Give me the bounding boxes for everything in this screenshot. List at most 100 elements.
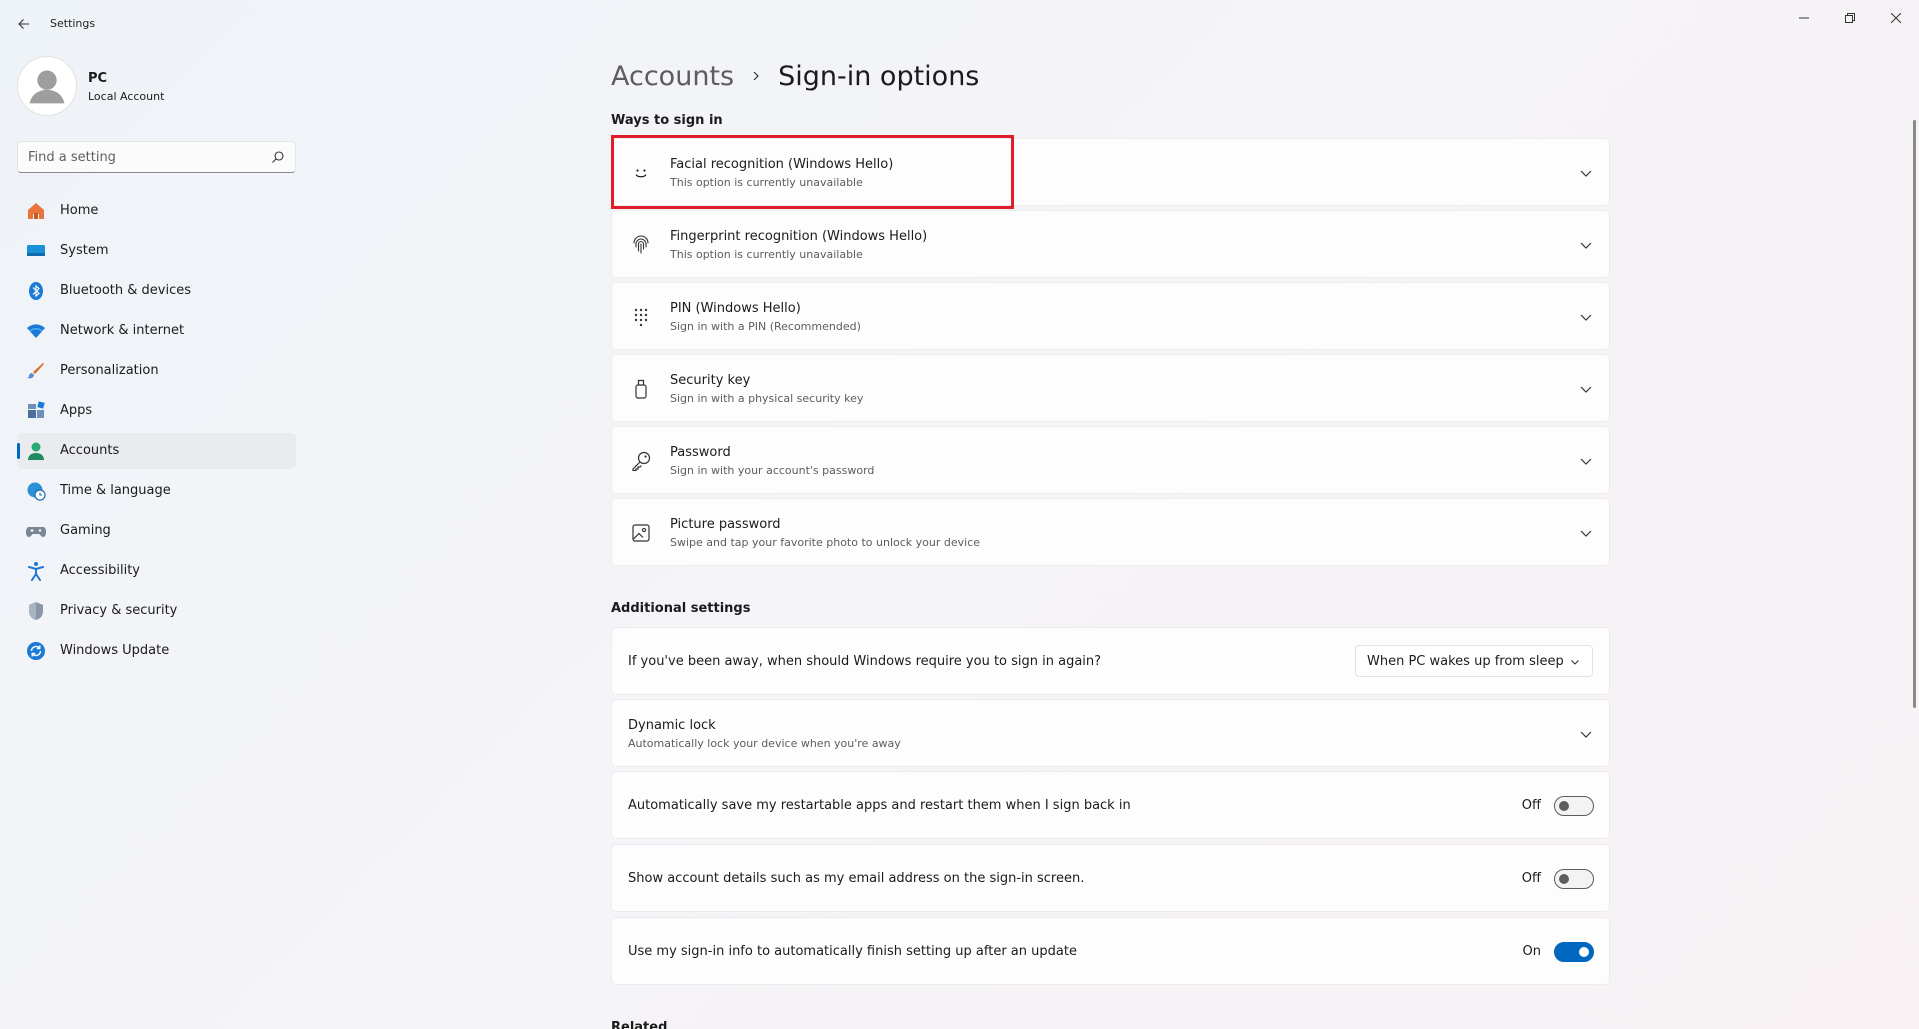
- chevron-down-icon[interactable]: [1579, 166, 1593, 180]
- restore-button[interactable]: [1830, 4, 1870, 32]
- chevron-down-icon[interactable]: [1579, 310, 1593, 324]
- breadcrumb-parent[interactable]: Accounts: [611, 61, 734, 92]
- toggle-state-label: Off: [1521, 798, 1541, 813]
- dynamic-lock-title: Dynamic lock: [628, 718, 716, 733]
- user-avatar-icon: [29, 70, 65, 104]
- profile-account-type: Local Account: [88, 90, 165, 103]
- key-icon: [630, 450, 652, 472]
- search-input[interactable]: [18, 142, 258, 172]
- chevron-right-icon: [750, 70, 762, 82]
- dropdown-value: When PC wakes up from sleep: [1367, 654, 1564, 669]
- require-sign-in-dropdown[interactable]: When PC wakes up from sleep: [1355, 645, 1593, 677]
- option-subtitle: This option is currently unavailable: [670, 176, 863, 189]
- search-icon[interactable]: [271, 150, 285, 164]
- account-details-label: Show account details such as my email ad…: [628, 871, 1085, 886]
- sidebar-item-time-language[interactable]: Time & language: [17, 473, 296, 509]
- sidebar-item-home[interactable]: Home: [17, 193, 296, 229]
- toggle-state-label: Off: [1521, 871, 1541, 886]
- sidebar-item-label: Bluetooth & devices: [60, 283, 191, 298]
- search-box: [17, 141, 296, 173]
- apps-icon: [26, 401, 46, 421]
- option-title: Security key: [670, 373, 751, 388]
- sidebar-item-label: Privacy & security: [60, 603, 178, 618]
- back-button[interactable]: [12, 12, 36, 36]
- signin-option-fingerprint[interactable]: Fingerprint recognition (Windows Hello) …: [611, 210, 1610, 278]
- accessibility-icon: [26, 561, 46, 581]
- back-arrow-icon: [18, 19, 29, 29]
- use-sign-in-info-toggle[interactable]: [1554, 942, 1594, 962]
- require-sign-in-label: If you've been away, when should Windows…: [628, 654, 1102, 669]
- sidebar-item-bluetooth[interactable]: Bluetooth & devices: [17, 273, 296, 309]
- app-title: Settings: [50, 17, 96, 30]
- account-details-toggle[interactable]: [1554, 869, 1594, 889]
- globe-clock-icon: [26, 481, 46, 501]
- option-subtitle: This option is currently unavailable: [670, 248, 863, 261]
- chevron-down-icon[interactable]: [1579, 238, 1593, 252]
- sidebar-item-label: Home: [60, 203, 99, 218]
- sidebar-item-windows-update[interactable]: Windows Update: [17, 633, 296, 669]
- picture-icon: [630, 522, 652, 544]
- require-sign-in-row: If you've been away, when should Windows…: [611, 627, 1610, 695]
- chevron-down-icon: [1571, 660, 1579, 665]
- toggle-knob: [1559, 801, 1569, 811]
- sidebar-item-apps[interactable]: Apps: [17, 393, 296, 429]
- use-sign-in-info-row: Use my sign-in info to automatically fin…: [611, 917, 1610, 985]
- dynamic-lock-row[interactable]: Dynamic lock Automatically lock your dev…: [611, 699, 1610, 767]
- keypad-icon: [630, 306, 652, 328]
- home-icon: [26, 201, 46, 221]
- sidebar-item-gaming[interactable]: Gaming: [17, 513, 296, 549]
- accounts-icon: [26, 441, 46, 461]
- option-subtitle: Sign in with your account's password: [670, 464, 875, 477]
- sidebar-item-personalization[interactable]: Personalization: [17, 353, 296, 389]
- chevron-down-icon[interactable]: [1579, 727, 1593, 741]
- gamepad-icon: [26, 521, 46, 541]
- system-icon: [26, 241, 46, 261]
- sidebar-item-label: System: [60, 243, 109, 258]
- close-button[interactable]: [1876, 4, 1916, 32]
- signin-option-pin[interactable]: PIN (Windows Hello) Sign in with a PIN (…: [611, 282, 1610, 350]
- signin-option-security-key[interactable]: Security key Sign in with a physical sec…: [611, 354, 1610, 422]
- option-subtitle: Swipe and tap your favorite photo to unl…: [670, 536, 981, 549]
- usb-key-icon: [630, 378, 652, 400]
- sidebar-item-label: Accessibility: [60, 563, 140, 578]
- profile-name: PC: [88, 71, 108, 86]
- chevron-down-icon[interactable]: [1579, 382, 1593, 396]
- brush-icon: [26, 361, 46, 381]
- sidebar-item-system[interactable]: System: [17, 233, 296, 269]
- chevron-down-icon[interactable]: [1579, 526, 1593, 540]
- sidebar-item-label: Accounts: [60, 443, 120, 458]
- restart-apps-toggle[interactable]: [1554, 796, 1594, 816]
- user-profile[interactable]: PC Local Account: [17, 56, 297, 116]
- scrollbar[interactable]: [1913, 120, 1916, 708]
- toggle-knob: [1559, 874, 1569, 884]
- toggle-state-label: On: [1522, 944, 1541, 959]
- sidebar-item-network[interactable]: Network & internet: [17, 313, 296, 349]
- signin-option-facial[interactable]: Facial recognition (Windows Hello) This …: [611, 138, 1610, 206]
- page-title: Sign-in options: [778, 60, 980, 92]
- minimize-button[interactable]: [1784, 4, 1824, 32]
- restart-apps-row: Automatically save my restartable apps a…: [611, 771, 1610, 839]
- signin-option-picture-password[interactable]: Picture password Swipe and tap your favo…: [611, 498, 1610, 566]
- signin-option-password[interactable]: Password Sign in with your account's pas…: [611, 426, 1610, 494]
- chevron-down-icon[interactable]: [1579, 454, 1593, 468]
- avatar: [17, 56, 77, 116]
- sidebar-item-label: Network & internet: [60, 323, 185, 338]
- restore-icon: [1845, 13, 1855, 23]
- account-details-row: Show account details such as my email ad…: [611, 844, 1610, 912]
- sidebar-item-privacy[interactable]: Privacy & security: [17, 593, 296, 629]
- sidebar-item-label: Gaming: [60, 523, 111, 538]
- option-title: Password: [670, 445, 731, 460]
- section-title-ways-to-sign-in: Ways to sign in: [611, 113, 723, 128]
- sidebar-item-label: Time & language: [60, 483, 171, 498]
- sidebar-item-label: Personalization: [60, 363, 159, 378]
- face-icon: [630, 162, 652, 184]
- sidebar-item-accounts[interactable]: Accounts: [17, 433, 296, 469]
- dynamic-lock-subtitle: Automatically lock your device when you'…: [628, 737, 901, 750]
- bluetooth-icon: [26, 281, 46, 301]
- option-subtitle: Sign in with a PIN (Recommended): [670, 320, 861, 333]
- section-title-related: Related: [611, 1020, 668, 1029]
- sidebar-nav: Home System Bluetooth & devices Network …: [17, 193, 296, 673]
- wifi-icon: [26, 321, 46, 341]
- sidebar-item-accessibility[interactable]: Accessibility: [17, 553, 296, 589]
- sidebar-item-label: Windows Update: [60, 643, 170, 658]
